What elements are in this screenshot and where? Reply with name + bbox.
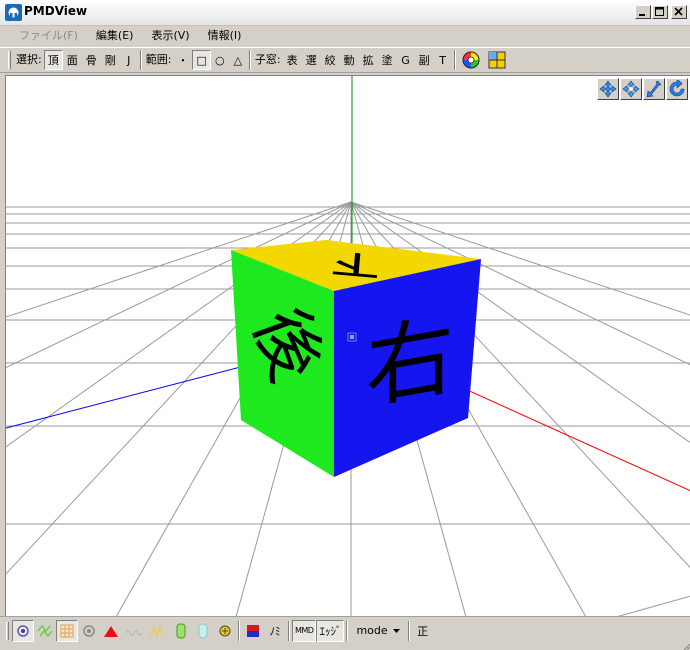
correct-button[interactable]: 正 <box>412 620 434 642</box>
show-rigid-button[interactable] <box>170 620 192 642</box>
edge-button[interactable]: ｴｯｼﾞ <box>316 619 345 642</box>
select-face-button[interactable]: 面 <box>63 50 82 70</box>
close-icon <box>674 7 683 16</box>
app-icon <box>5 4 22 21</box>
child-paint-button[interactable]: 塗 <box>378 50 397 70</box>
minimize-icon <box>639 14 645 16</box>
select-vertex-button[interactable]: 頂 <box>43 50 63 70</box>
toolbar-separator <box>238 620 240 641</box>
toolbar-separator <box>288 620 290 641</box>
title-bar[interactable]: PMDView <box>0 0 690 26</box>
show-point-button[interactable] <box>78 620 100 642</box>
show-capsule-button[interactable] <box>192 620 214 642</box>
range-circle-button[interactable]: ○ <box>211 50 229 70</box>
select-rigid-button[interactable]: 剛 <box>101 50 120 70</box>
minimize-button[interactable] <box>635 5 651 19</box>
show-wave-button[interactable] <box>122 620 146 642</box>
toolbar-grip[interactable] <box>6 621 9 640</box>
joint-icon <box>219 625 231 636</box>
child-window-label: 子窓: <box>254 53 281 66</box>
show-vertex-button[interactable] <box>12 619 34 642</box>
move-arrows-icon <box>599 80 617 98</box>
child-move-button[interactable]: 動 <box>340 50 359 70</box>
resize-grip[interactable] <box>678 644 690 650</box>
toolbar-separator <box>248 50 251 70</box>
grid-orange-icon <box>60 624 74 637</box>
red-triangle-icon <box>104 625 118 637</box>
range-triangle-button[interactable]: △ <box>229 50 247 70</box>
toolbar-separator <box>346 620 349 641</box>
maximize-button[interactable] <box>652 5 668 19</box>
child-scale-button[interactable]: 拡 <box>359 50 378 70</box>
child-t-button[interactable]: T <box>434 50 452 70</box>
select-bone-button[interactable]: 骨 <box>82 50 101 70</box>
pmdview-window: PMDView ファイル(F) 編集(E) 表示(V) 情報(I) 選択: 頂 … <box>0 0 690 650</box>
menu-bar: ファイル(F) 編集(E) 表示(V) 情報(I) <box>0 26 690 46</box>
show-mesh-button[interactable] <box>34 620 56 642</box>
menu-edit[interactable]: 編集(E) <box>87 27 143 45</box>
toolbar-separator <box>407 620 410 641</box>
menu-view[interactable]: 表示(V) <box>142 27 198 45</box>
show-joint-button[interactable] <box>214 620 236 642</box>
select-joint-button[interactable]: J <box>120 50 138 70</box>
toolbar-grip[interactable] <box>8 51 11 69</box>
show-bone-button[interactable] <box>146 620 170 642</box>
close-button[interactable] <box>671 5 687 19</box>
menu-file[interactable]: ファイル(F) <box>10 27 87 45</box>
mode-dropdown[interactable]: mode <box>350 621 405 641</box>
mi-button[interactable]: ﾉﾐ <box>264 620 286 642</box>
wave-icon <box>125 629 143 636</box>
show-grid-button[interactable] <box>56 619 78 642</box>
mesh-green-icon <box>37 624 53 637</box>
rotate-icon <box>669 80 685 97</box>
rigid-green-icon <box>176 623 186 638</box>
color-wheel-button[interactable] <box>458 50 484 70</box>
child-table-button[interactable]: 表 <box>283 50 302 70</box>
scene-canvas[interactable]: 下 右 後 <box>6 76 690 616</box>
split-view-button[interactable] <box>484 50 510 70</box>
child-g-button[interactable]: G <box>397 50 415 70</box>
material-color-button[interactable] <box>242 620 264 642</box>
child-sub-button[interactable]: 副 <box>415 50 434 70</box>
pan-view-button[interactable] <box>597 78 619 100</box>
split-view-icon <box>488 51 506 69</box>
range-rect-button[interactable]: □ <box>192 50 211 70</box>
vertex-dot-icon <box>17 624 29 637</box>
range-label: 範囲: <box>145 53 172 66</box>
toolbar-separator <box>453 50 456 70</box>
main-toolbar: 選択: 頂 面 骨 剛 J 範囲: ・ □ ○ △ 子窓: 表 選 絞 動 拡 … <box>0 47 690 73</box>
view-nav-buttons <box>597 78 688 100</box>
child-filter-button[interactable]: 絞 <box>321 50 340 70</box>
color-wheel-icon <box>462 51 480 69</box>
capsule-cyan-icon <box>198 623 208 638</box>
show-triangle-button[interactable] <box>100 620 122 642</box>
mmd-button[interactable]: MMD <box>292 619 317 642</box>
zoom-view-button[interactable] <box>643 78 665 100</box>
point-gray-icon <box>83 624 95 637</box>
cube-front-glyph: 右 <box>366 304 454 422</box>
mmd-label: MMD <box>295 626 314 635</box>
bone-yellow-icon <box>150 624 164 638</box>
material-color-icon <box>247 624 259 637</box>
child-select-button[interactable]: 選 <box>302 50 321 70</box>
menu-info[interactable]: 情報(I) <box>199 27 251 45</box>
rotate-view-button[interactable] <box>666 78 688 100</box>
bottom-toolbar: ﾉﾐ MMD ｴｯｼﾞ mode 正 <box>0 616 690 644</box>
range-point-button[interactable]: ・ <box>173 50 192 70</box>
select-label: 選択: <box>16 53 42 66</box>
move-view-button[interactable] <box>620 78 642 100</box>
toolbar-separator <box>139 50 142 70</box>
zoom-arrow-icon <box>646 80 662 98</box>
chevron-down-icon <box>392 628 400 633</box>
window-title: PMDView <box>24 4 88 18</box>
mode-label: mode <box>356 624 388 637</box>
move-cross-icon <box>622 80 640 98</box>
maximize-icon <box>655 7 664 16</box>
3d-viewport[interactable]: 下 右 後 <box>5 75 690 616</box>
cube-top-glyph: 下 <box>331 247 381 282</box>
